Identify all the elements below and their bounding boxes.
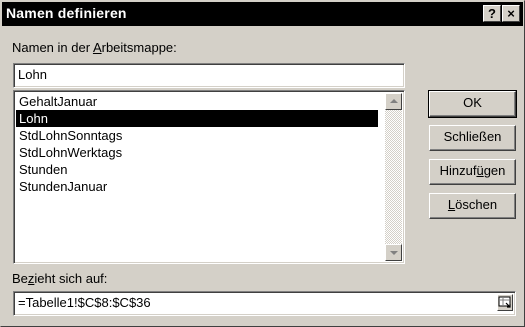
define-names-dialog: Namen definieren ? × Namen in der Arbeit…	[0, 0, 525, 327]
names-in-workbook-label: Namen in der Arbeitsmappe:	[12, 40, 177, 55]
list-item[interactable]: Lohn	[16, 110, 378, 127]
delete-button[interactable]: Löschen	[429, 193, 516, 219]
name-input[interactable]: Lohn	[13, 63, 405, 88]
title-bar[interactable]: Namen definieren ? ×	[2, 2, 523, 26]
list-item[interactable]: StdLohnWerktags	[16, 144, 378, 161]
collapse-dialog-button[interactable]	[497, 294, 513, 311]
close-icon[interactable]: ×	[502, 5, 520, 22]
refers-to-label: Bezieht sich auf:	[12, 271, 108, 286]
arrow-down-icon	[390, 251, 398, 255]
names-list: GehaltJanuar Lohn StdLohnSonntags StdLohnWe…	[16, 93, 378, 195]
scroll-down-button[interactable]	[385, 244, 402, 261]
refers-to-input[interactable]: =Tabelle1!$C$8:$C$36	[13, 291, 516, 316]
vertical-scrollbar[interactable]	[385, 93, 402, 261]
list-item[interactable]: Stunden	[16, 161, 378, 178]
close-button[interactable]: Schließen	[429, 125, 516, 151]
list-item[interactable]: StundenJanuar	[16, 178, 378, 195]
range-select-icon	[498, 296, 511, 308]
arrow-up-icon	[390, 99, 398, 103]
list-item[interactable]: StdLohnSonntags	[16, 127, 378, 144]
help-button[interactable]: ?	[483, 5, 501, 22]
dialog-title: Namen definieren	[6, 5, 127, 21]
ok-button[interactable]: OK	[428, 90, 517, 118]
add-button[interactable]: Hinzufügen	[429, 159, 516, 185]
refers-to-value: =Tabelle1!$C$8:$C$36	[18, 295, 151, 310]
names-listbox[interactable]: GehaltJanuar Lohn StdLohnSonntags StdLohnWe…	[13, 90, 405, 264]
scroll-up-button[interactable]	[385, 93, 402, 110]
list-item[interactable]: GehaltJanuar	[16, 93, 378, 110]
